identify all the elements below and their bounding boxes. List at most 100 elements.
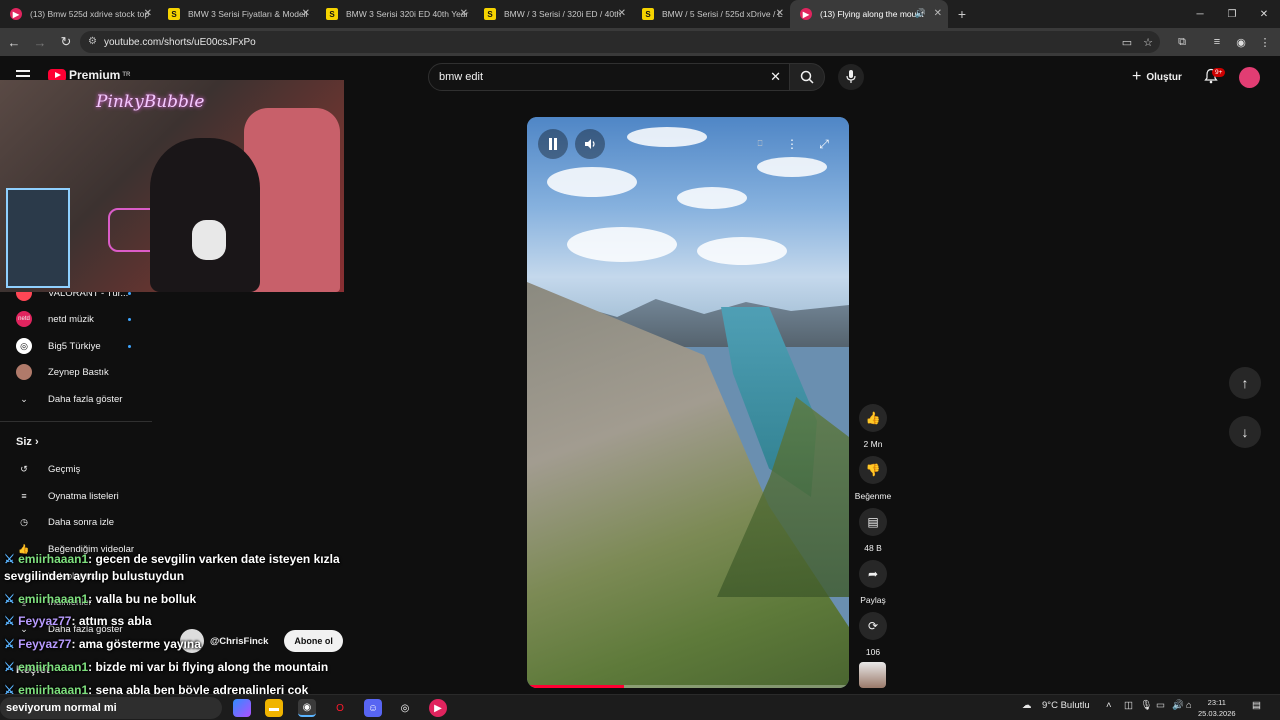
remix-action[interactable]: ⟳ 106 (853, 612, 893, 657)
create-button[interactable]: + Oluştur (1132, 68, 1182, 86)
back-button[interactable]: ← (2, 30, 26, 54)
close-tab-icon[interactable]: ✕ (460, 8, 468, 19)
tray-app-icon[interactable]: ◫ (1124, 700, 1133, 711)
chat-text: ama gösterme yayına (78, 637, 201, 651)
shorts-video-player[interactable]: ⎕ ⋮ ⤢ (527, 117, 849, 688)
reload-button[interactable]: ↻ (54, 30, 78, 54)
profile-icon[interactable]: ◉ (1231, 32, 1251, 52)
clear-search-icon[interactable]: ✕ (770, 69, 781, 85)
sidebar-item-label: Zeynep Bastık (48, 366, 109, 378)
next-short-button[interactable]: ↓ (1229, 416, 1261, 448)
weather-text[interactable]: 9°C Bulutlu (1042, 700, 1090, 711)
captions-icon[interactable]: ⎕ (745, 129, 775, 159)
url-text: youtube.com/shorts/uE00csJFxPo (104, 36, 256, 48)
media-player-app-icon[interactable]: ▶ (429, 699, 447, 717)
notification-center-icon[interactable]: ▤ (1252, 700, 1261, 711)
maximize-button[interactable]: ❐ (1216, 0, 1248, 28)
tray-chevron-up-icon[interactable]: ˄ (1106, 700, 1112, 711)
bookmark-star-icon[interactable]: ☆ (1138, 32, 1158, 52)
pause-button[interactable] (538, 129, 568, 159)
close-tab-icon[interactable]: ✕ (934, 8, 942, 19)
close-tab-icon[interactable]: ✕ (302, 8, 310, 19)
channel-name[interactable]: @ChrisFinck (210, 636, 268, 647)
search-button[interactable] (789, 63, 825, 91)
account-avatar[interactable] (1239, 67, 1260, 88)
site-info-icon[interactable]: ⚙ (88, 36, 97, 47)
browser-tab[interactable]: S BMW / 3 Serisi / 320i ED / 40th ✕ (474, 0, 632, 28)
browser-tab[interactable]: S BMW 3 Serisi Fiyatları & Modell ✕ (158, 0, 316, 28)
show-more-subscriptions[interactable]: ⌄ Daha fazla göster (0, 386, 150, 412)
comments-action[interactable]: ▤ 48 B (853, 508, 893, 553)
fullscreen-icon[interactable]: ⤢ (809, 129, 839, 159)
volume-icon (585, 139, 595, 149)
extensions-icon[interactable]: ⧉ (1172, 32, 1192, 52)
tray-network-icon[interactable]: ⌂ (1186, 700, 1192, 711)
close-tab-icon[interactable]: ✕ (618, 8, 626, 19)
new-tab-button[interactable]: + (948, 0, 976, 28)
sidebar-item-playlists[interactable]: ≡ Oynatma listeleri (0, 483, 150, 509)
close-tab-icon[interactable]: ✕ (144, 8, 152, 19)
sidebar-subscription-item[interactable]: netd netd müzik (0, 306, 150, 332)
you-title-text: Siz (16, 436, 32, 448)
previous-short-button[interactable]: ↑ (1229, 367, 1261, 399)
share-icon[interactable]: ➦ (859, 560, 887, 588)
you-section-title[interactable]: Siz › (16, 436, 39, 448)
sahibinden-favicon-icon: S (484, 8, 496, 20)
discord-app-icon[interactable]: ☺ (364, 699, 382, 717)
subscribe-button[interactable]: Abone ol (284, 630, 343, 652)
chat-username: Feyyaz77 (18, 637, 72, 651)
search-icon (800, 70, 814, 84)
remix-icon[interactable]: ⟳ (859, 612, 887, 640)
dislike-action[interactable]: 👎 Beğenme (853, 456, 893, 501)
chat-message: ⚔ Feyyaz77: ama gösterme yayına (4, 637, 201, 651)
file-explorer-icon[interactable]: ▬ (265, 699, 283, 717)
close-tab-icon[interactable]: ✕ (776, 8, 784, 19)
minimize-button[interactable]: ─ (1184, 0, 1216, 28)
tray-mic-icon[interactable]: 🎙 (1140, 700, 1152, 711)
cast-icon[interactable]: ▭ (1117, 32, 1137, 52)
volume-button[interactable] (575, 129, 605, 159)
thumbs-up-icon[interactable]: 👍 (859, 404, 887, 432)
comment-icon[interactable]: ▤ (859, 508, 887, 536)
voice-search-button[interactable] (838, 64, 864, 90)
tray-speaker-icon[interactable]: 🔊 (1172, 700, 1184, 711)
video-progress-bar[interactable] (527, 685, 849, 688)
arrow-up-icon: ↑ (1241, 375, 1249, 391)
more-options-icon[interactable]: ⋮ (777, 129, 807, 159)
chat-text: seviyorum normal mi (6, 702, 117, 714)
speaker-icon[interactable]: 🔊 (915, 8, 926, 19)
opera-app-icon[interactable]: O (331, 699, 349, 717)
pause-icon (549, 138, 557, 150)
obs-app-icon[interactable]: ◎ (396, 699, 414, 717)
sidebar-item-watch-later[interactable]: ◷ Daha sonra izle (0, 509, 150, 535)
browser-tab[interactable]: S BMW 3 Serisi 320i ED 40th Year ✕ (316, 0, 474, 28)
chrome-app-icon[interactable]: ◉ (298, 699, 316, 717)
sound-thumbnail[interactable] (859, 662, 886, 688)
media-controls-icon[interactable]: ≡ (1207, 32, 1227, 52)
taskbar-search[interactable]: seviyorum normal mi (0, 697, 222, 719)
menu-icon[interactable]: ⋮ (1255, 32, 1275, 52)
sidebar-item-label: Daha fazla göster (48, 393, 123, 405)
browser-tab-active[interactable]: ▶ (13) Flying along the mount 🔊 ✕ (790, 0, 948, 28)
sidebar-subscription-item[interactable]: ◎ Big5 Türkiye (0, 333, 150, 359)
address-bar-row: ← → ↻ ⚙ youtube.com/shorts/uE00csJFxPo ▭… (0, 28, 1280, 56)
close-window-button[interactable]: ✕ (1248, 0, 1280, 28)
forward-button[interactable]: → (28, 30, 52, 54)
system-clock[interactable]: 23:11 25.03.2026 (1198, 697, 1236, 719)
thumbs-down-icon[interactable]: 👎 (859, 456, 887, 484)
share-action[interactable]: ➦ Paylaş (853, 560, 893, 605)
gaming-pc-image (6, 188, 70, 288)
browser-tab[interactable]: ▶ (13) Bmw 525d xdrive stock top ✕ (0, 0, 158, 28)
chat-username: emiirhaaan1 (18, 592, 89, 606)
sidebar-subscription-item[interactable]: Zeynep Bastık (0, 359, 150, 385)
sidebar-item-history[interactable]: ↺ Geçmiş (0, 456, 150, 482)
url-field[interactable]: ⚙ youtube.com/shorts/uE00csJFxPo (80, 31, 1160, 53)
tray-display-icon[interactable]: ▭ (1156, 700, 1165, 711)
copilot-app-icon[interactable] (233, 699, 251, 717)
search-input[interactable]: bmw edit ✕ (428, 63, 790, 91)
chat-username: Feyyaz77 (18, 614, 72, 628)
like-action[interactable]: 👍 2 Mn (853, 404, 893, 449)
browser-tab[interactable]: S BMW / 5 Serisi / 525d xDrive / L ✕ (632, 0, 790, 28)
windows-taskbar: seviyorum normal mi ▬ ◉ O ☺ ◎ ▶ ☁ 9°C Bu… (0, 694, 1280, 720)
new-content-dot (128, 317, 131, 321)
